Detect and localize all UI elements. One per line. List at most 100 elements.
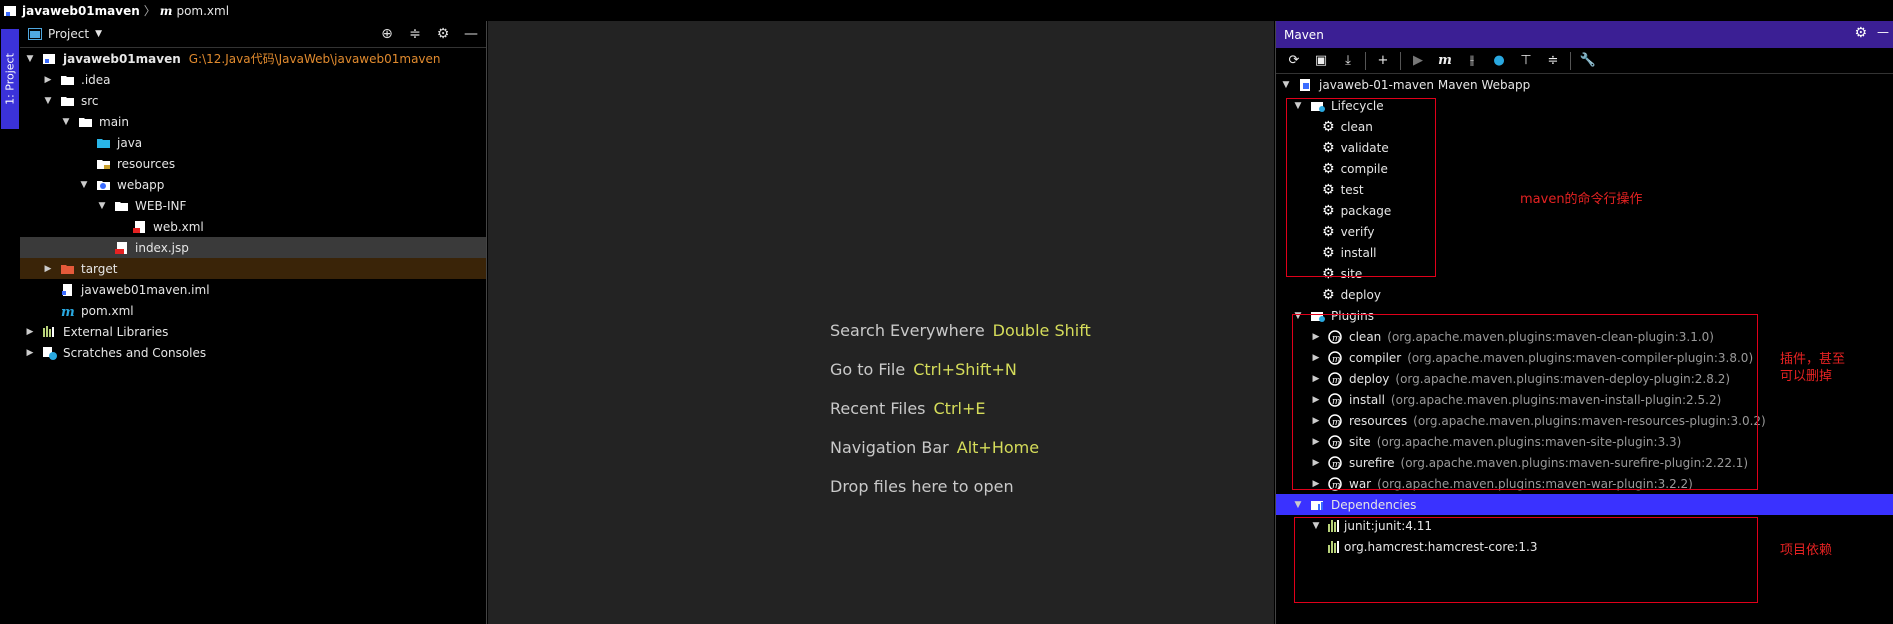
maven-project-node[interactable]: ▼ javaweb-01-maven Maven Webapp (1276, 74, 1893, 95)
plugin-install[interactable]: ▶ m install (org.apache.maven.plugins:maven… (1276, 389, 1893, 410)
lifecycle-annotation-note: maven的命令行操作 (1520, 192, 1643, 207)
chevron-right-icon[interactable]: ▶ (1310, 437, 1322, 447)
chevron-down-icon[interactable]: ▼ (1292, 500, 1304, 510)
editor-area[interactable]: Search Everywhere Double Shift Go to File… (488, 21, 1274, 624)
chevron-right-icon[interactable]: ▶ (1310, 416, 1322, 426)
show-dependencies-icon[interactable]: ⊤ (1516, 51, 1536, 71)
chevron-right-icon[interactable]: ▶ (42, 264, 54, 274)
plugins-node[interactable]: ▼ Plugins (1276, 305, 1893, 326)
project-tree-item[interactable]: ▶ External Libraries (20, 321, 486, 342)
project-tree-item[interactable]: ▶ Scratches and Consoles (20, 342, 486, 363)
collapse-all-icon[interactable]: ≑ (406, 25, 424, 43)
project-tree-item[interactable]: ▼ webapp (20, 174, 486, 195)
run-icon[interactable]: ▶ (1408, 51, 1428, 71)
project-tool-tab[interactable]: 1: Project (1, 29, 19, 129)
project-tree-item[interactable]: javaweb01maven.iml (20, 279, 486, 300)
project-tree-item[interactable]: resources (20, 153, 486, 174)
project-tree-item[interactable]: ▶ target (20, 258, 486, 279)
breadcrumb-file[interactable]: pom.xml (176, 4, 229, 18)
toggle-offline-icon[interactable]: ⫲ (1462, 51, 1482, 71)
execute-goal-icon[interactable]: m (1435, 51, 1455, 71)
lifecycle-goal-validate[interactable]: ⚙ validate (1276, 137, 1893, 158)
source-folder-icon (96, 136, 112, 150)
plugin-site[interactable]: ▶ m site (org.apache.maven.plugins:maven-si… (1276, 431, 1893, 452)
collapse-all-icon[interactable]: ≑ (1543, 51, 1563, 71)
maven-panel: Maven ⚙ — ⟳ ▣ ⤓ + ▶ m ⫲ ● ⊤ ≑ 🔧 ▼ javawe… (1275, 21, 1893, 624)
minimize-icon[interactable]: — (1877, 25, 1889, 41)
chevron-right-icon[interactable]: ▶ (24, 327, 36, 337)
project-tree-item[interactable]: m pom.xml (20, 300, 486, 321)
chevron-down-icon[interactable]: ▼ (1280, 80, 1292, 90)
chevron-down-icon[interactable]: ▼ (78, 180, 90, 190)
chevron-right-icon[interactable]: ▶ (1310, 332, 1322, 342)
project-tree-item[interactable]: ▶ .idea (20, 69, 486, 90)
breadcrumb-project[interactable]: javaweb01maven (22, 4, 140, 18)
maven-tree: ▼ javaweb-01-maven Maven Webapp ▼ Lifecy… (1276, 74, 1893, 557)
plugin-coordinates: (org.apache.maven.plugins:maven-war-plug… (1377, 476, 1693, 491)
lifecycle-goal-compile[interactable]: ⚙ compile (1276, 158, 1893, 179)
chevron-down-icon[interactable]: ▼ (1292, 101, 1304, 111)
chevron-down-icon[interactable]: ▼ (1310, 521, 1322, 531)
dependency-item[interactable]: ▼ junit:junit:4.11 (1276, 515, 1893, 536)
plugin-clean[interactable]: ▶ m clean (org.apache.maven.plugins:maven-c… (1276, 326, 1893, 347)
project-tree-item[interactable]: index.jsp (20, 237, 486, 258)
plugin-resources[interactable]: ▶ m resources (org.apache.maven.plugins:mav… (1276, 410, 1893, 431)
lifecycle-goal-clean[interactable]: ⚙ clean (1276, 116, 1893, 137)
wrench-icon[interactable]: 🔧 (1578, 51, 1598, 71)
add-icon[interactable]: + (1373, 51, 1393, 71)
lifecycle-goal-label: test (1340, 182, 1364, 197)
project-tree-item[interactable]: ▼ src (20, 90, 486, 111)
chevron-right-icon[interactable]: ▶ (24, 348, 36, 358)
plugin-icon: m (1328, 434, 1344, 449)
chevron-right-icon[interactable]: ▶ (42, 75, 54, 85)
chevron-right-icon[interactable]: ▶ (1310, 374, 1322, 384)
chevron-right-icon[interactable]: ▶ (1310, 395, 1322, 405)
reload-icon[interactable]: ⟳ (1284, 51, 1304, 71)
project-tree-item-label: src (81, 93, 99, 108)
lifecycle-goal-install[interactable]: ⚙ install (1276, 242, 1893, 263)
chevron-right-icon[interactable]: ▶ (1310, 458, 1322, 468)
chevron-right-icon[interactable]: ▶ (1310, 353, 1322, 363)
chevron-down-icon[interactable]: ▼ (24, 54, 36, 64)
plugin-coordinates: (org.apache.maven.plugins:maven-deploy-p… (1395, 371, 1731, 386)
project-tree-item[interactable]: web.xml (20, 216, 486, 237)
minimize-icon[interactable]: — (462, 25, 480, 43)
hint-text: Navigation Bar (830, 438, 949, 457)
dependency-label: junit:junit:4.11 (1344, 518, 1432, 533)
skip-tests-icon[interactable]: ● (1489, 51, 1509, 71)
project-tree-item-label: webapp (117, 177, 165, 192)
gear-icon: ⚙ (1322, 244, 1335, 261)
gear-icon[interactable]: ⚙ (434, 25, 452, 43)
project-tree-item[interactable]: ▼ WEB-INF (20, 195, 486, 216)
project-tree-item[interactable]: ▼ main (20, 111, 486, 132)
chevron-down-icon[interactable]: ▼ (95, 29, 102, 39)
project-tree-item-label: main (99, 114, 129, 129)
lifecycle-node[interactable]: ▼ Lifecycle (1276, 95, 1893, 116)
chevron-down-icon[interactable]: ▼ (1292, 311, 1304, 321)
gear-icon[interactable]: ⚙ (1854, 25, 1867, 41)
lifecycle-folder-icon (1311, 101, 1325, 112)
locate-icon[interactable]: ⊕ (378, 25, 396, 43)
plugin-surefire[interactable]: ▶ m surefire (org.apache.maven.plugins:mave… (1276, 452, 1893, 473)
chevron-right-icon[interactable]: ▶ (1310, 479, 1322, 489)
chevron-right-icon: 〉 (143, 4, 156, 18)
project-panel-title[interactable]: Project (48, 27, 89, 41)
plugin-war[interactable]: ▶ m war (org.apache.maven.plugins:maven-war… (1276, 473, 1893, 494)
reimport-folder-icon[interactable]: ▣ (1311, 51, 1331, 71)
project-tree-item[interactable]: ▼ javaweb01maven G:\12.Java代码\JavaWeb\java… (20, 48, 486, 69)
project-tree-item[interactable]: java (20, 132, 486, 153)
gear-icon: ⚙ (1322, 139, 1335, 156)
chevron-down-icon[interactable]: ▼ (96, 201, 108, 211)
hint-shortcut: Double Shift (992, 321, 1091, 340)
lifecycle-goal-deploy[interactable]: ⚙ deploy (1276, 284, 1893, 305)
dependencies-node[interactable]: ▼ Dependencies (1276, 494, 1893, 515)
lifecycle-goal-site[interactable]: ⚙ site (1276, 263, 1893, 284)
chevron-down-icon[interactable]: ▼ (42, 96, 54, 106)
download-icon[interactable]: ⤓ (1338, 51, 1358, 71)
chevron-down-icon[interactable]: ▼ (60, 117, 72, 127)
svg-text:m: m (1332, 334, 1341, 344)
project-view-icon (28, 28, 42, 40)
lifecycle-goal-verify[interactable]: ⚙ verify (1276, 221, 1893, 242)
plugins-label: Plugins (1331, 308, 1374, 323)
lifecycle-goal-label: verify (1340, 224, 1375, 239)
